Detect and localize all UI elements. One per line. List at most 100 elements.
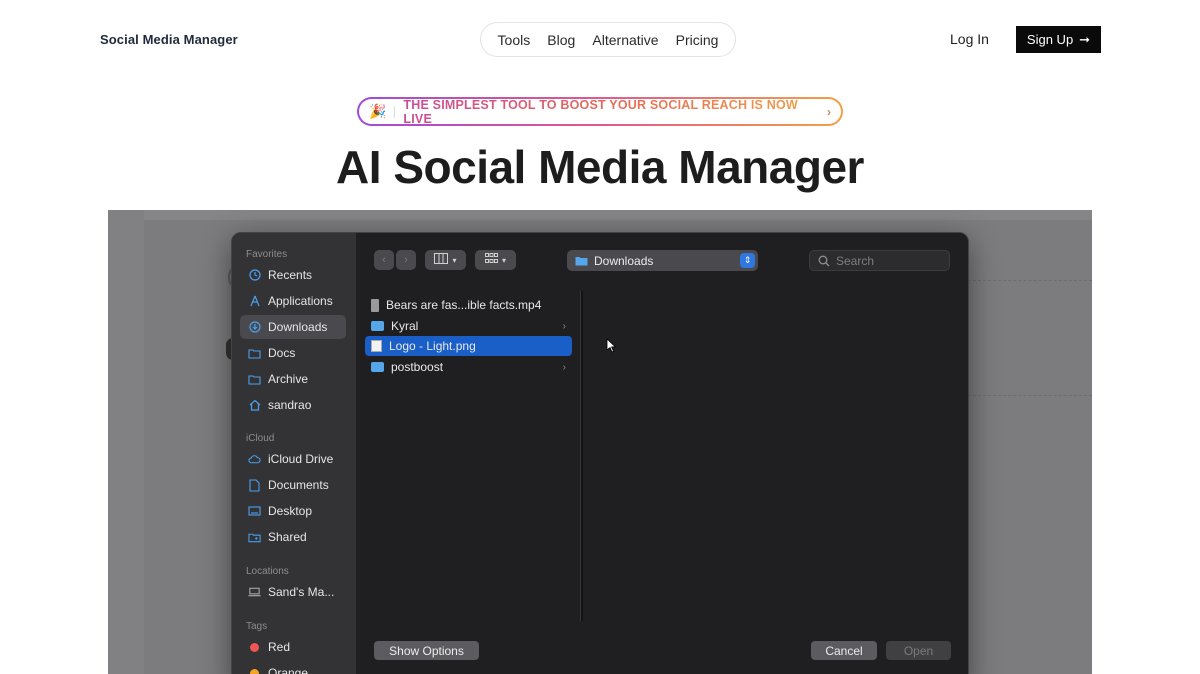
image-file-icon xyxy=(371,340,382,352)
banner-text: THE SIMPLEST TOOL TO BOOST YOUR SOCIAL R… xyxy=(403,98,819,126)
show-options-button[interactable]: Show Options xyxy=(374,641,479,660)
up-down-chevron-icon: ⇕ xyxy=(740,253,755,268)
folder-icon xyxy=(371,362,384,372)
file-name: postboost xyxy=(391,360,444,374)
location-select[interactable]: Downloads ⇕ xyxy=(567,250,758,271)
sidebar-item-archive[interactable]: Archive xyxy=(240,367,346,391)
brand-logo-text[interactable]: Social Media Manager xyxy=(100,32,238,47)
background-divider xyxy=(968,395,1092,396)
dialog-main: ‹ › ▾ ▾ Downloads ⇕ Search Bears are fas… xyxy=(356,233,968,674)
forward-button[interactable]: › xyxy=(396,250,416,270)
sidebar-item-label: Sand's Ma... xyxy=(268,585,335,599)
folder-icon xyxy=(371,321,384,331)
back-button[interactable]: ‹ xyxy=(374,250,394,270)
file-name: Bears are fas...ible facts.mp4 xyxy=(386,298,542,312)
open-button[interactable]: Open xyxy=(886,641,951,660)
file-open-dialog: Favorites Recents Applications Downloads xyxy=(231,232,969,674)
file-name: Kyral xyxy=(391,319,419,333)
desktop-icon xyxy=(248,505,261,518)
sidebar-item-icloud-drive[interactable]: iCloud Drive xyxy=(240,447,346,471)
chevron-right-icon: › xyxy=(404,254,408,266)
hero-title: AI Social Media Manager xyxy=(336,141,864,193)
background-strip xyxy=(108,210,1092,220)
sidebar-item-label: Downloads xyxy=(268,320,328,334)
sidebar-item-this-mac[interactable]: Sand's Ma... xyxy=(240,580,346,604)
chevron-left-icon: ‹ xyxy=(382,254,386,266)
home-icon xyxy=(248,399,261,412)
sidebar-item-label: iCloud Drive xyxy=(268,452,334,466)
file-item[interactable]: Logo - Light.png xyxy=(365,336,572,356)
sidebar-item-desktop[interactable]: Desktop xyxy=(240,499,346,523)
file-name: Logo - Light.png xyxy=(389,339,476,353)
file-column: Bears are fas...ible facts.mp4 Kyral › L… xyxy=(356,291,581,621)
clock-icon xyxy=(248,269,261,282)
chevron-down-icon: ▾ xyxy=(452,255,457,265)
chevron-down-icon: ▾ xyxy=(501,255,506,265)
sidebar-item-label: Applications xyxy=(268,294,333,308)
arrow-right-icon: ➞ xyxy=(1079,31,1091,47)
sidebar-item-documents[interactable]: Documents xyxy=(240,473,346,497)
file-item[interactable]: Kyral › xyxy=(365,316,572,336)
red-tag-dot-icon xyxy=(250,642,259,652)
sidebar-section-locations: Locations xyxy=(246,566,289,577)
signup-button[interactable]: Sign Up ➞ xyxy=(1016,26,1101,53)
cancel-button[interactable]: Cancel xyxy=(811,641,877,660)
view-mode-button[interactable]: ▾ xyxy=(425,250,466,270)
sidebar-item-label: Desktop xyxy=(268,504,313,518)
sidebar-item-recents[interactable]: Recents xyxy=(240,263,346,287)
columns-view-icon xyxy=(434,253,449,267)
cloud-icon xyxy=(248,453,261,466)
background-strip xyxy=(108,210,144,674)
shared-folder-icon xyxy=(248,531,261,544)
background-divider xyxy=(968,280,1092,281)
nav-alternative[interactable]: Alternative xyxy=(592,32,658,48)
sidebar-item-label: sandrao xyxy=(268,398,312,412)
search-icon xyxy=(818,255,830,267)
nav-tools[interactable]: Tools xyxy=(498,32,531,48)
sidebar-section-favorites: Favorites xyxy=(246,249,288,260)
sidebar-item-docs[interactable]: Docs xyxy=(240,341,346,365)
sidebar-item-applications[interactable]: Applications xyxy=(240,289,346,313)
applications-icon xyxy=(248,295,261,308)
column-divider[interactable] xyxy=(581,291,583,621)
laptop-icon xyxy=(248,586,261,599)
sidebar-item-label: Docs xyxy=(268,346,296,360)
location-label: Downloads xyxy=(594,253,654,268)
folder-icon xyxy=(248,347,261,360)
file-item[interactable]: Bears are fas...ible facts.mp4 xyxy=(365,295,572,315)
party-popper-icon: 🎉 xyxy=(369,103,387,119)
sidebar-item-label: Archive xyxy=(268,372,309,386)
search-field[interactable]: Search xyxy=(809,250,950,271)
file-item[interactable]: postboost › xyxy=(365,357,572,377)
chevron-right-icon: › xyxy=(827,104,831,119)
sidebar-section-icloud: iCloud xyxy=(246,433,275,444)
dialog-sidebar: Favorites Recents Applications Downloads xyxy=(232,233,356,674)
chevron-right-icon: › xyxy=(562,320,566,332)
folder-icon xyxy=(248,373,261,386)
sidebar-item-downloads[interactable]: Downloads xyxy=(240,315,346,339)
download-icon xyxy=(248,321,261,334)
sidebar-item-label: Orange xyxy=(268,666,309,674)
orange-tag-dot-icon xyxy=(250,668,259,674)
nav-pricing[interactable]: Pricing xyxy=(676,32,719,48)
sidebar-item-tag-red[interactable]: Red xyxy=(240,635,346,659)
sidebar-section-tags: Tags xyxy=(246,621,268,632)
demo-screenshot: Favorites Recents Applications Downloads xyxy=(108,210,1092,674)
chevron-right-icon: › xyxy=(562,361,566,373)
sidebar-item-label: Documents xyxy=(268,478,329,492)
banner-divider xyxy=(394,105,396,118)
sidebar-item-label: Shared xyxy=(268,530,307,544)
nav-blog[interactable]: Blog xyxy=(547,32,575,48)
sidebar-item-shared[interactable]: Shared xyxy=(240,525,346,549)
sidebar-item-tag-orange[interactable]: Orange xyxy=(240,661,346,674)
main-nav: Tools Blog Alternative Pricing xyxy=(480,22,736,57)
grid-icon xyxy=(484,253,498,267)
sidebar-item-sandrao[interactable]: sandrao xyxy=(240,393,346,417)
login-link[interactable]: Log In xyxy=(950,31,989,47)
announcement-banner[interactable]: 🎉 THE SIMPLEST TOOL TO BOOST YOUR SOCIAL… xyxy=(357,97,843,126)
folder-icon xyxy=(575,256,588,266)
sidebar-item-label: Red xyxy=(268,640,291,654)
document-icon xyxy=(248,478,261,492)
search-placeholder: Search xyxy=(836,253,875,268)
group-by-button[interactable]: ▾ xyxy=(475,250,516,270)
